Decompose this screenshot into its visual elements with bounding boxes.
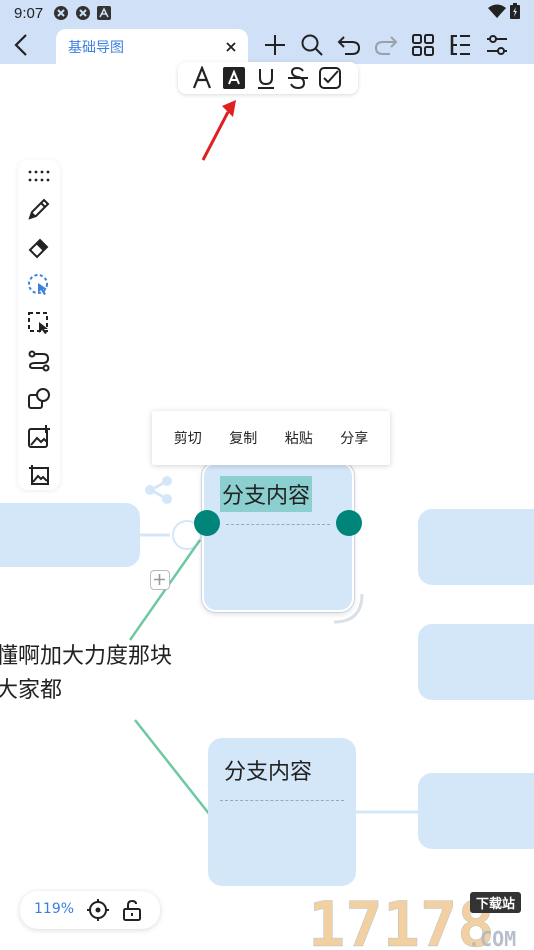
share-menu-item[interactable]: 分享	[340, 428, 368, 448]
lasso-select-tool[interactable]	[27, 273, 51, 297]
palette-drag-handle[interactable]	[27, 164, 51, 188]
font-color-button[interactable]	[190, 66, 214, 90]
floating-text-line: 懂啊加大力度那块	[0, 644, 173, 669]
underline-icon	[258, 69, 274, 89]
floating-text-line: 大家都	[0, 678, 63, 703]
image-add-icon	[28, 425, 50, 448]
unlock-icon	[123, 899, 141, 921]
node-divider	[220, 800, 344, 801]
mindmap-node-right[interactable]	[418, 509, 534, 585]
locate-center-button[interactable]	[86, 898, 110, 922]
shapes-icon	[28, 388, 50, 409]
zoom-control-bar: 119%	[20, 891, 160, 929]
text-highlight-button[interactable]	[222, 66, 246, 90]
box-select-tool[interactable]	[27, 311, 51, 335]
checkbox-task-button[interactable]	[318, 66, 342, 90]
mindmap-node-left[interactable]	[0, 503, 140, 567]
cut-menu-item[interactable]: 剪切	[174, 428, 202, 448]
node-divider	[226, 524, 330, 525]
connector-tool[interactable]	[27, 349, 51, 373]
pen-tool[interactable]	[27, 197, 51, 221]
strikethrough-icon	[288, 66, 308, 90]
node-text[interactable]: 分支内容	[224, 754, 312, 786]
lasso-cursor-icon	[28, 274, 48, 295]
underline-button[interactable]	[254, 66, 278, 90]
image-frame-tool[interactable]	[27, 463, 51, 487]
route-connector-icon	[28, 350, 50, 372]
text-context-menu: 剪切 复制 粘贴 分享	[152, 411, 390, 465]
mindmap-node[interactable]: 分支内容	[208, 738, 356, 886]
selection-handle-left[interactable]	[194, 510, 220, 536]
share-node-icon[interactable]	[143, 474, 175, 506]
dots-grid-icon	[28, 170, 50, 182]
site-watermark: 17178 .COM 下载站	[308, 886, 534, 950]
shape-tool[interactable]	[27, 387, 51, 411]
highlight-a-icon	[223, 67, 245, 89]
text-format-bar	[178, 62, 358, 94]
watermark-domain: .COM	[468, 927, 516, 950]
checkbox-icon	[319, 67, 341, 89]
lock-canvas-button[interactable]	[120, 898, 144, 922]
annotation-arrow	[201, 100, 236, 161]
selection-handle-right[interactable]	[336, 510, 362, 536]
eraser-icon	[28, 238, 49, 259]
floating-text-node[interactable]: 懂啊加大力度那块 大家都	[0, 640, 172, 708]
image-frame-icon	[29, 465, 49, 485]
font-a-icon	[192, 66, 212, 89]
add-child-node-button[interactable]	[150, 570, 170, 590]
mindmap-node-right[interactable]	[418, 773, 534, 849]
crosshair-icon	[87, 899, 109, 921]
connector-green-lower	[134, 719, 211, 816]
tool-palette	[18, 160, 60, 490]
copy-menu-item[interactable]: 复制	[229, 428, 257, 448]
insert-image-tool[interactable]	[27, 425, 51, 449]
eraser-tool[interactable]	[27, 235, 51, 259]
paste-menu-item[interactable]: 粘贴	[285, 428, 313, 448]
node-text-selected[interactable]: 分支内容	[220, 476, 313, 512]
share-icon	[145, 476, 172, 504]
watermark-digits: 17178	[308, 888, 495, 950]
watermark-tag: 下载站	[470, 892, 522, 913]
mindmap-node-right[interactable]	[418, 624, 534, 700]
zoom-level[interactable]: 119%	[34, 901, 74, 917]
plus-icon	[154, 574, 165, 585]
marquee-select-icon	[28, 312, 48, 334]
pencil-icon	[28, 198, 50, 220]
mindmap-node-selected[interactable]: 分支内容	[194, 462, 362, 612]
strikethrough-button[interactable]	[286, 66, 310, 90]
